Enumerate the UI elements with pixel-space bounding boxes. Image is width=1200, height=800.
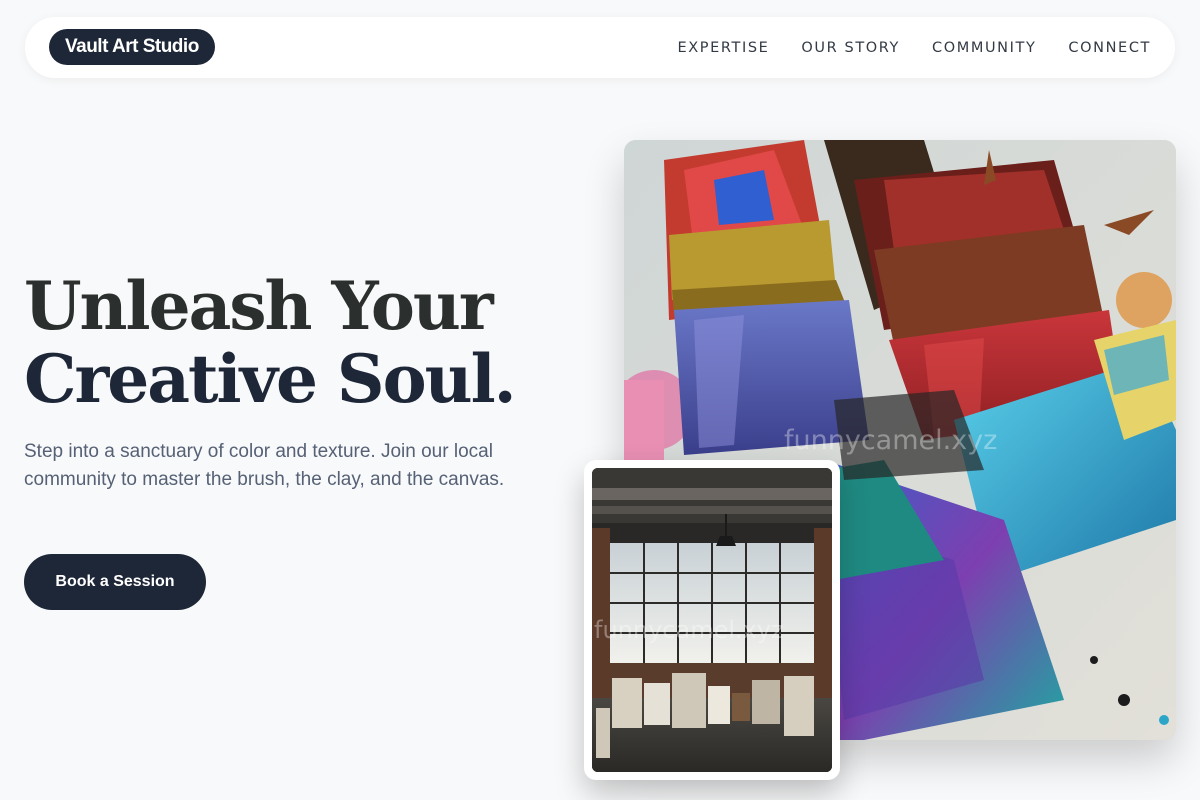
hero-title: Unleash Your Creative Soul. (24, 267, 517, 418)
nav-links: EXPERTISE OUR STORY COMMUNITY CONNECT (677, 17, 1151, 78)
studio-photo-card: funnycamel.xyz (584, 460, 840, 780)
hero-title-line-1: Unleash Your (24, 267, 494, 345)
nav-link-expertise[interactable]: EXPERTISE (677, 40, 769, 56)
top-navbar: Vault Art Studio EXPERTISE OUR STORY COM… (25, 17, 1175, 78)
hero-title-line-2: Creative Soul. (24, 340, 517, 418)
hero-subtitle: Step into a sanctuary of color and textu… (24, 441, 505, 490)
logo[interactable]: Vault Art Studio (49, 29, 215, 65)
nav-link-our-story[interactable]: OUR STORY (801, 40, 900, 56)
nav-link-connect[interactable]: CONNECT (1068, 40, 1151, 56)
studio-interior-illustration (592, 468, 832, 772)
nav-link-community[interactable]: COMMUNITY (932, 40, 1036, 56)
book-session-button[interactable]: Book a Session (24, 554, 206, 610)
studio-interior-photo: funnycamel.xyz (592, 468, 832, 772)
